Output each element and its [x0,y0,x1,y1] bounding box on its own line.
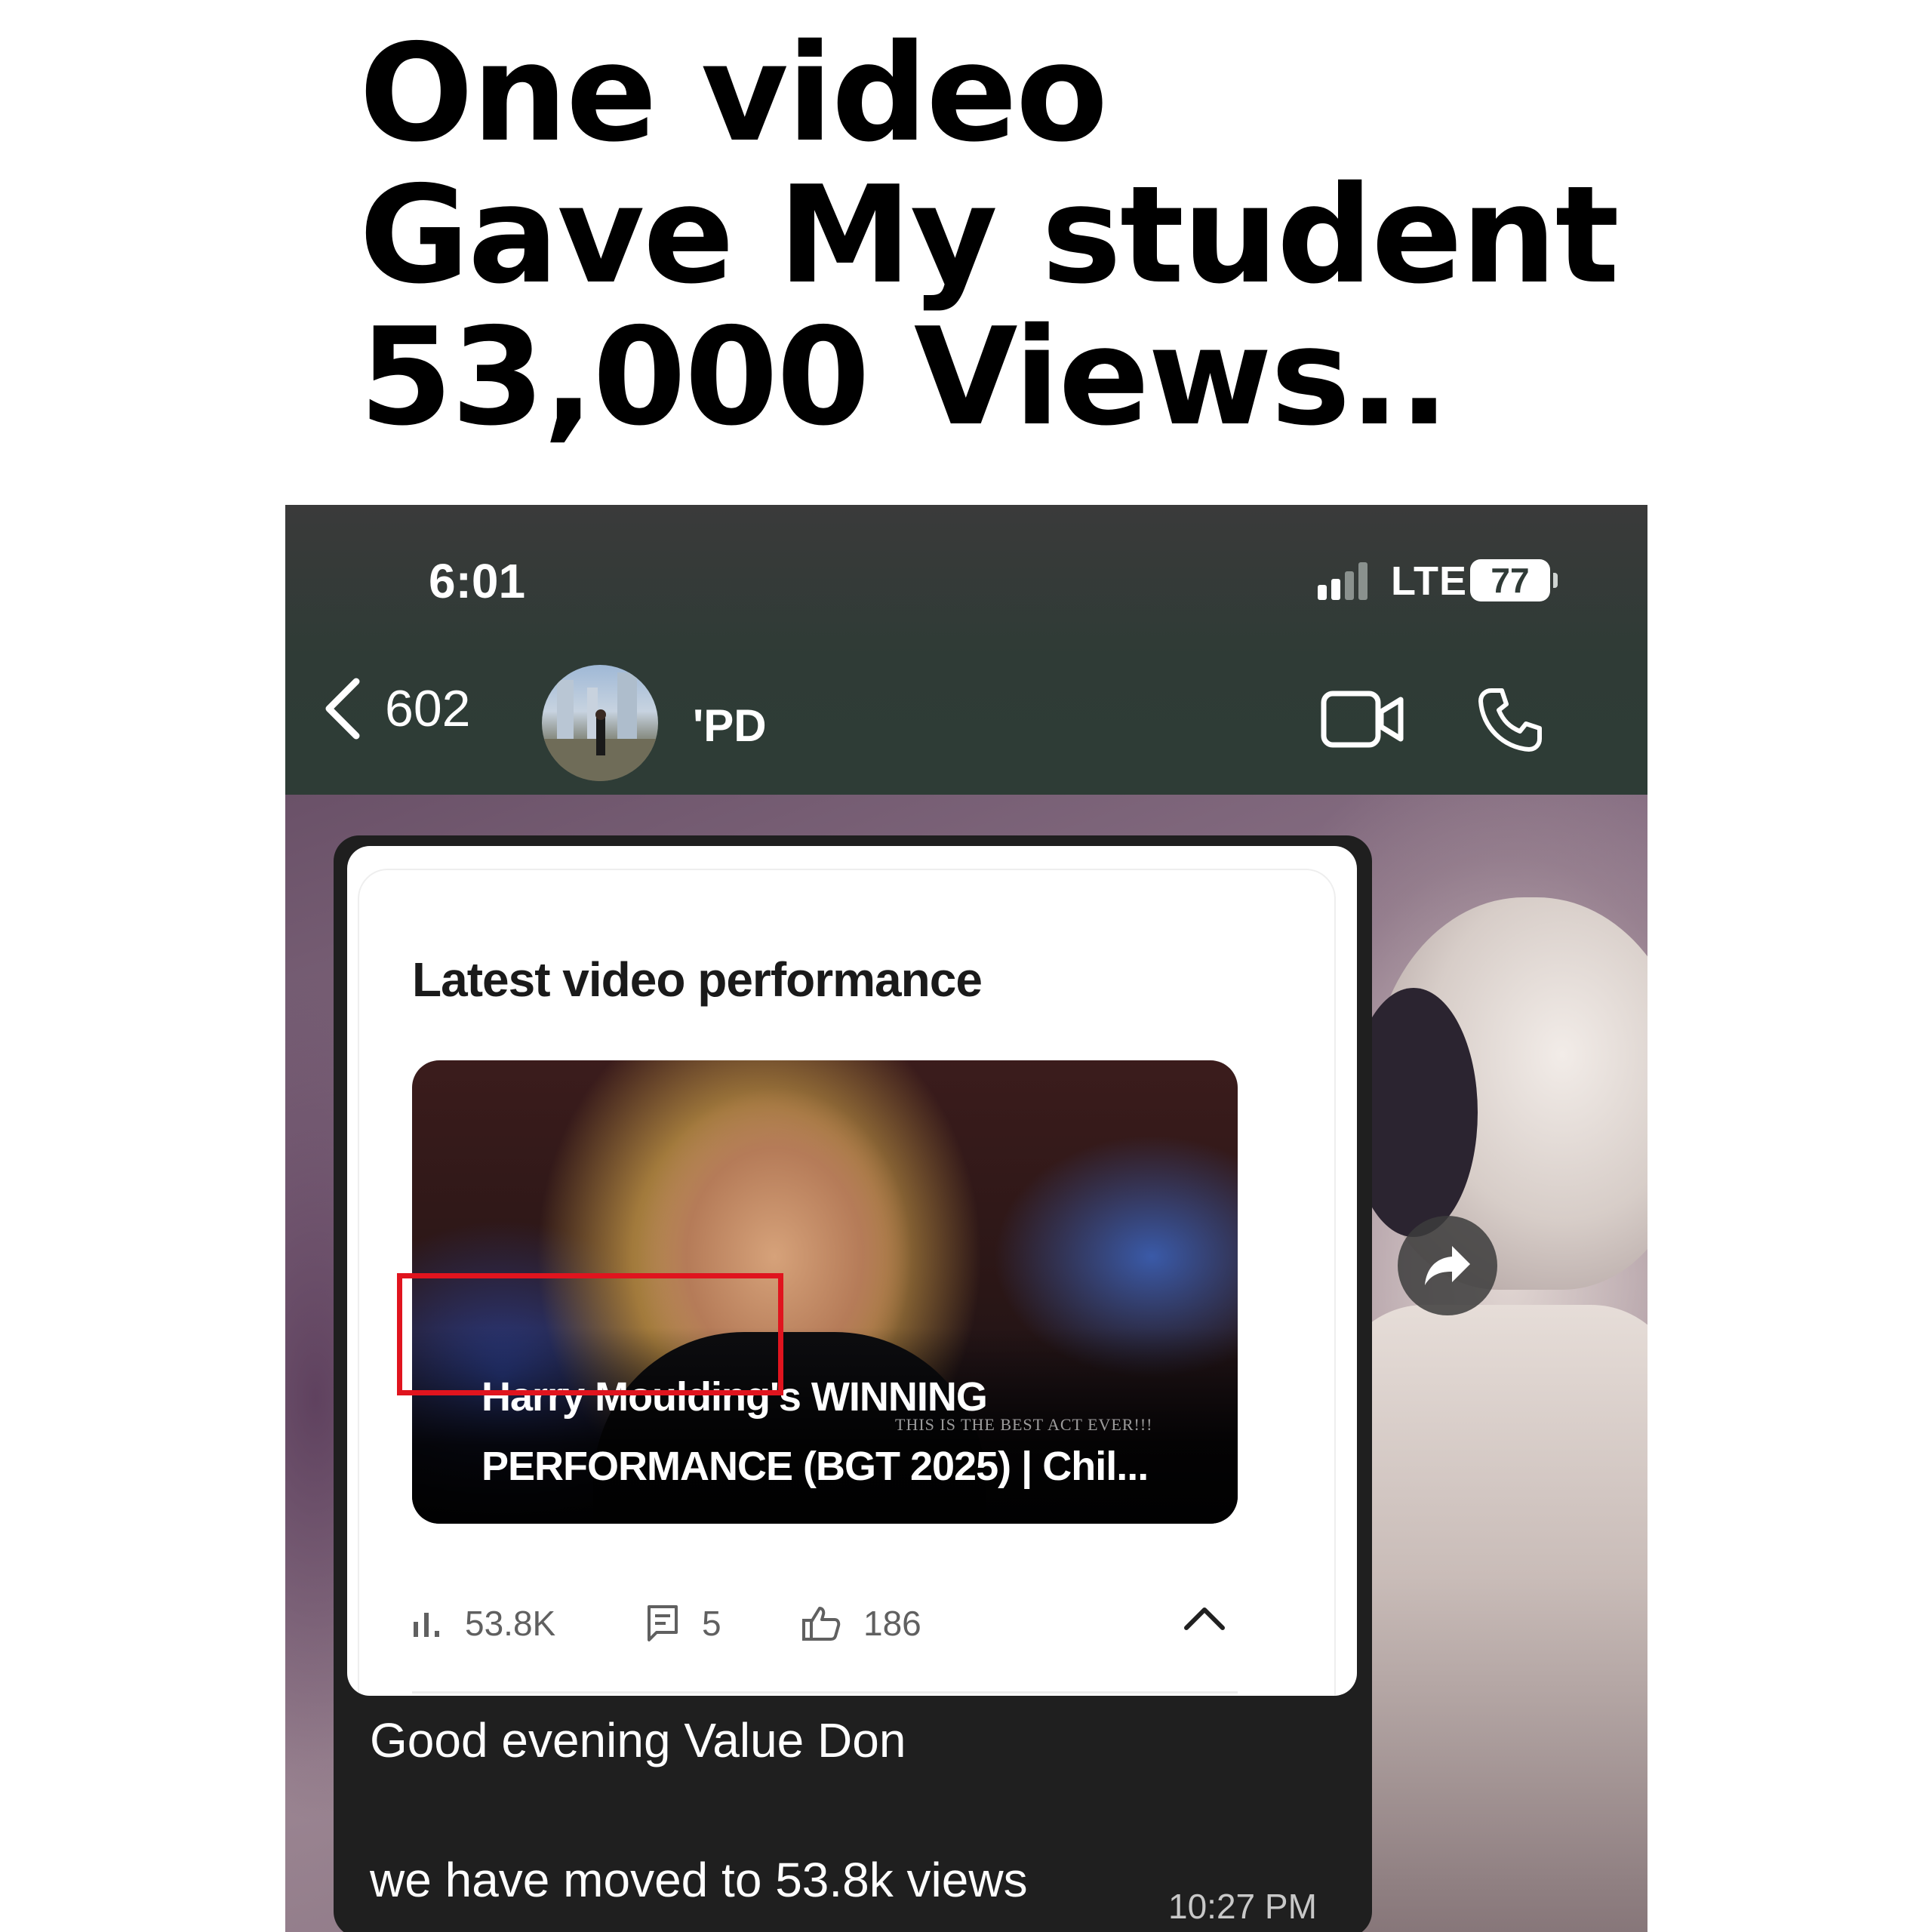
battery-indicator: 77 [1470,559,1550,601]
views-count: 53.8K [465,1604,556,1643]
wallpaper-robot-body [1334,1305,1647,1932]
status-bar: 6:01 LTE 77 [285,505,1647,641]
headline-line-1: One video [359,15,1108,171]
headline-line-2: Gave My student [359,157,1620,313]
phone-screenshot: 6:01 LTE 77 602 'PD Latest video perform… [285,505,1647,1932]
contact-name[interactable]: 'PD [693,700,767,752]
comment-icon [648,1605,678,1641]
signal-bars-icon [1318,562,1367,600]
comments-stat: 5 [646,1593,721,1654]
video-stats: 53.8K 5 186 [412,1593,1257,1654]
headline-line-3: 53,000 Views.. [359,299,1450,455]
stats-highlight-box [397,1273,783,1395]
battery-nub [1553,573,1558,588]
back-button[interactable]: 602 [323,671,470,746]
video-performance-card[interactable]: Latest video performance THIS IS THE BES… [347,846,1357,1696]
bar-chart-icon [414,1613,439,1637]
message-line-1: Good evening Value Don [370,1713,906,1767]
message-line-2: we have moved to 53.8k views [370,1853,1028,1907]
likes-count: 186 [863,1604,921,1643]
likes-stat: 186 [801,1593,921,1654]
forward-arrow-icon [1425,1246,1470,1285]
comments-count: 5 [702,1604,721,1643]
card-divider [412,1691,1238,1694]
chevron-up-icon[interactable] [1182,1602,1227,1632]
chat-header: 602 'PD [285,641,1647,795]
card-title: Latest video performance [412,952,983,1007]
message-timestamp: 10:27 PM [1168,1887,1317,1926]
video-title-line-2: PERFORMANCE (BGT 2025) | Chil... [481,1444,1149,1489]
video-camera-icon[interactable] [1321,691,1405,748]
back-count: 602 [385,680,471,737]
forward-button[interactable] [1398,1216,1497,1315]
contact-avatar[interactable] [542,665,658,781]
views-stat: 53.8K [412,1593,555,1654]
status-time: 6:01 [429,554,526,608]
chevron-left-icon [325,678,360,740]
thumbs-up-icon [802,1607,841,1641]
phone-icon[interactable] [1476,686,1544,754]
avatar-image [542,672,658,781]
headline: One video Gave My student 53,000 Views.. [359,23,1793,448]
network-type: LTE [1391,558,1467,604]
